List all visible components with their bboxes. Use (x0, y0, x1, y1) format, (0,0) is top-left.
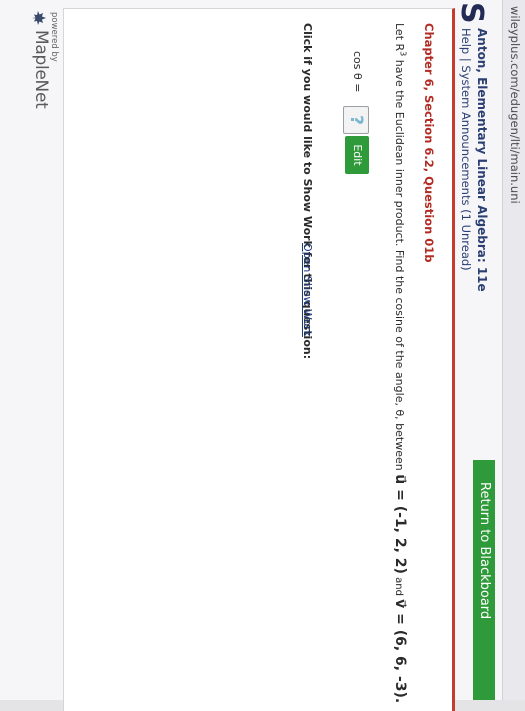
edit-button[interactable]: Edit (345, 136, 369, 174)
url-text[interactable]: wileyplus.com/edugen/lti/main.uni (508, 6, 522, 204)
course-title: Anton, Elementary Linear Algebra: 11e (475, 28, 489, 292)
question-panel: Chapter 6, Section 6.2, Question 01b Let… (63, 8, 455, 711)
return-to-blackboard-button[interactable]: Return to Blackboard (473, 460, 495, 700)
answer-input[interactable]: ? (343, 106, 369, 134)
wileyplus-logo: S (454, 2, 489, 24)
address-bar[interactable]: wileyplus.com/edugen/lti/main.uni (502, 0, 525, 700)
maple-leaf-icon (32, 11, 46, 25)
problem-text-main: have the Euclidean inner product. Find t… (393, 56, 406, 475)
problem-statement: Let R3 have the Euclidean inner product.… (392, 23, 408, 703)
rotated-page: wileyplus.com/edugen/lti/main.uni Return… (0, 0, 525, 711)
open-show-work-link[interactable]: Open Show Work (301, 243, 314, 337)
problem-text-prefix: Let R (393, 23, 406, 52)
help-announcements-links[interactable]: Help | System Announcements (1 Unread) (459, 28, 473, 271)
u-vector: u⃗ = (-1, 2, 2) (392, 474, 408, 574)
question-title: Chapter 6, Section 6.2, Question 01b (422, 23, 436, 263)
v-vector: v⃗ = (6, 6, -3). (392, 599, 408, 704)
and-word: and (393, 573, 404, 600)
answer-label: cos θ = (351, 51, 364, 93)
maplenet-logo: MapleNet (31, 30, 51, 109)
